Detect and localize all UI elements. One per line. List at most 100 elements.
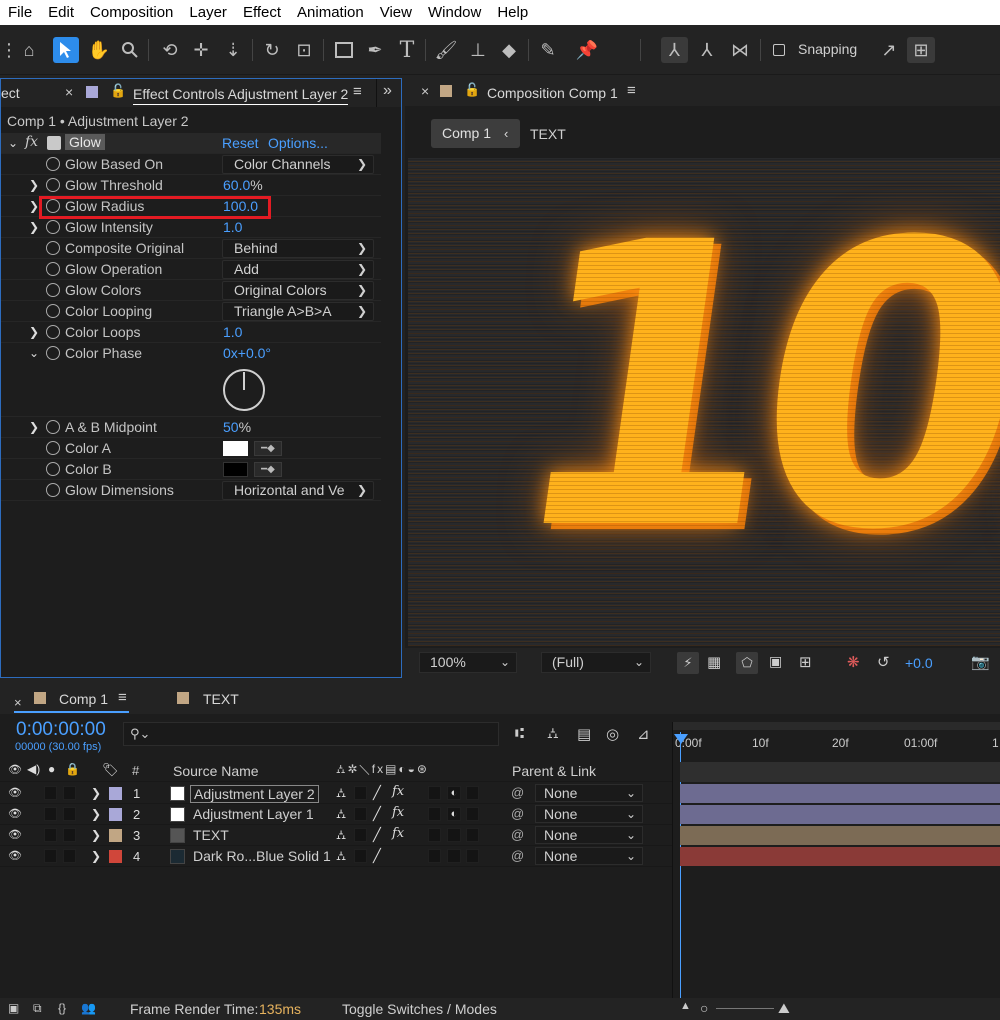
effect-name[interactable]: Glow: [65, 134, 105, 150]
channels-icon[interactable]: ❋: [847, 653, 860, 671]
glow-dimensions-dropdown[interactable]: Horizontal and Ve ❯: [222, 480, 374, 500]
snap-options-icon[interactable]: ↗: [876, 37, 902, 63]
time-ruler[interactable]: 0:00f 10f 20f 01:00f 1: [672, 722, 1000, 758]
close-icon[interactable]: ×: [14, 695, 22, 710]
shy-switch-icon[interactable]: ⛼: [336, 848, 346, 866]
menu-view[interactable]: View: [372, 4, 420, 21]
stopwatch-icon[interactable]: [46, 462, 60, 476]
overflow-tabs-icon[interactable]: »: [383, 82, 392, 100]
zoom-out-icon[interactable]: ▲: [680, 1000, 691, 1012]
3d-layer-box[interactable]: [466, 807, 479, 821]
timeline-layer-row[interactable]: 👁 ❯ 2 Adjustment Layer 1 ⛼ ╱ fx ◐ @ None ⌄: [0, 804, 672, 825]
solo-box[interactable]: [44, 786, 57, 800]
eye-icon[interactable]: 👁: [8, 807, 22, 820]
chevron-right-icon[interactable]: ❯: [91, 828, 101, 842]
frame-blending-icon[interactable]: ▤: [577, 725, 591, 743]
stopwatch-icon[interactable]: [46, 262, 60, 276]
layer-label-color[interactable]: [109, 850, 122, 863]
eye-icon[interactable]: 👁: [8, 786, 22, 799]
chevron-right-icon[interactable]: ❯: [29, 420, 39, 434]
fx-icon[interactable]: fx: [25, 134, 38, 150]
pen-tool-icon[interactable]: ✒: [362, 37, 388, 63]
stopwatch-icon[interactable]: [46, 441, 60, 455]
camera-snapshot-icon[interactable]: 📷: [971, 653, 990, 671]
shy-switch-icon[interactable]: ⛼: [336, 827, 346, 845]
stopwatch-icon[interactable]: [46, 178, 60, 192]
collapse-switch-box[interactable]: [354, 828, 367, 842]
layer-name[interactable]: Adjustment Layer 1: [193, 806, 314, 822]
lock-box[interactable]: [63, 849, 76, 863]
zoom-slider-handle[interactable]: ○: [700, 1000, 708, 1016]
playhead-handle[interactable]: [674, 734, 688, 744]
chevron-right-icon[interactable]: ❯: [29, 178, 39, 192]
layer-duration-bar[interactable]: [680, 847, 1000, 866]
layer-name[interactable]: TEXT: [193, 827, 229, 843]
panel-menu-icon[interactable]: ≡: [118, 689, 127, 706]
solo-switch-icon[interactable]: ●: [48, 762, 55, 776]
stopwatch-icon[interactable]: [46, 304, 60, 318]
layer-duration-bar[interactable]: [680, 784, 1000, 803]
pan-behind-tool-icon[interactable]: ⊡: [291, 37, 317, 63]
stopwatch-icon[interactable]: [46, 283, 60, 297]
glow-based-on-dropdown[interactable]: Color Channels ❯: [222, 154, 374, 174]
zoom-tool-icon[interactable]: [117, 37, 143, 63]
3d-layer-box[interactable]: [466, 828, 479, 842]
zoom-in-icon[interactable]: ⛰: [778, 1000, 790, 1017]
lock-box[interactable]: [63, 828, 76, 842]
composition-tab[interactable]: Composition Comp 1: [487, 85, 618, 101]
composite-original-dropdown[interactable]: Behind ❯: [222, 238, 374, 258]
pick-whip-icon[interactable]: @: [511, 785, 524, 800]
menu-window[interactable]: Window: [420, 4, 489, 21]
eyedropper-icon[interactable]: ━◆: [254, 441, 282, 456]
layer-label-color[interactable]: [109, 829, 122, 842]
chevron-right-icon[interactable]: ❯: [29, 325, 39, 339]
solo-box[interactable]: [44, 849, 57, 863]
timecode-display[interactable]: 0:00:00:00: [16, 719, 106, 741]
lock-box[interactable]: [63, 807, 76, 821]
menu-help[interactable]: Help: [489, 4, 536, 21]
work-area-bar[interactable]: [672, 722, 1000, 730]
eraser-tool-icon[interactable]: ◆: [496, 37, 522, 63]
chevron-right-icon[interactable]: ❯: [91, 786, 101, 800]
menu-effect[interactable]: Effect: [235, 4, 289, 21]
source-name-header[interactable]: Source Name: [173, 763, 259, 779]
pick-whip-icon[interactable]: @: [511, 848, 524, 863]
parent-dropdown[interactable]: None ⌄: [535, 805, 643, 823]
timeline-layer-row[interactable]: 👁 ❯ 3 TEXT ⛼ ╱ fx @ None ⌄: [0, 825, 672, 846]
stopwatch-icon[interactable]: [46, 241, 60, 255]
people-icon[interactable]: 👥: [81, 1001, 96, 1015]
label-tag-icon[interactable]: 🏷: [102, 762, 119, 778]
options-link[interactable]: Options...: [268, 135, 328, 151]
breadcrumb-layer[interactable]: TEXT: [530, 126, 566, 142]
fast-previews-icon[interactable]: ⚡: [677, 652, 699, 674]
project-tab[interactable]: ect: [1, 85, 20, 101]
lock-icon[interactable]: 🔓: [464, 82, 480, 98]
braces-icon[interactable]: {}: [58, 1001, 66, 1015]
graph-editor-icon[interactable]: ⊿: [637, 725, 650, 743]
pick-whip-icon[interactable]: @: [511, 806, 524, 821]
chevron-right-icon[interactable]: ❯: [91, 807, 101, 821]
frame-blend-box[interactable]: [428, 807, 441, 821]
transparency-grid-icon[interactable]: ▦: [707, 653, 721, 671]
effect-controls-tab[interactable]: Effect Controls Adjustment Layer 2: [133, 86, 349, 105]
close-icon[interactable]: ×: [65, 84, 73, 100]
zoom-dropdown[interactable]: 100% ⌄: [419, 652, 517, 673]
mask-visibility-icon[interactable]: ⬠: [736, 652, 758, 674]
rotate-tool-icon[interactable]: ↻: [259, 37, 285, 63]
lock-icon[interactable]: 🔒: [65, 762, 80, 776]
snap-feature-icon[interactable]: ⊞: [907, 37, 935, 63]
solo-box[interactable]: [44, 807, 57, 821]
motion-blur-box[interactable]: [447, 849, 461, 863]
world-axis-icon[interactable]: ⅄: [694, 37, 720, 63]
puppet-pin-icon[interactable]: 📌: [574, 37, 600, 63]
menu-animation[interactable]: Animation: [289, 4, 372, 21]
stopwatch-icon[interactable]: [46, 220, 60, 234]
ab-midpoint-value[interactable]: 50%: [223, 419, 251, 435]
snapping-checkbox[interactable]: [773, 44, 785, 56]
color-phase-dial[interactable]: [222, 368, 267, 413]
menu-edit[interactable]: Edit: [40, 4, 82, 21]
solo-box[interactable]: [44, 828, 57, 842]
color-b-swatch[interactable]: [223, 462, 248, 477]
type-tool-icon[interactable]: T: [394, 37, 420, 63]
adjustment-layer-icon[interactable]: ◐: [447, 807, 461, 821]
